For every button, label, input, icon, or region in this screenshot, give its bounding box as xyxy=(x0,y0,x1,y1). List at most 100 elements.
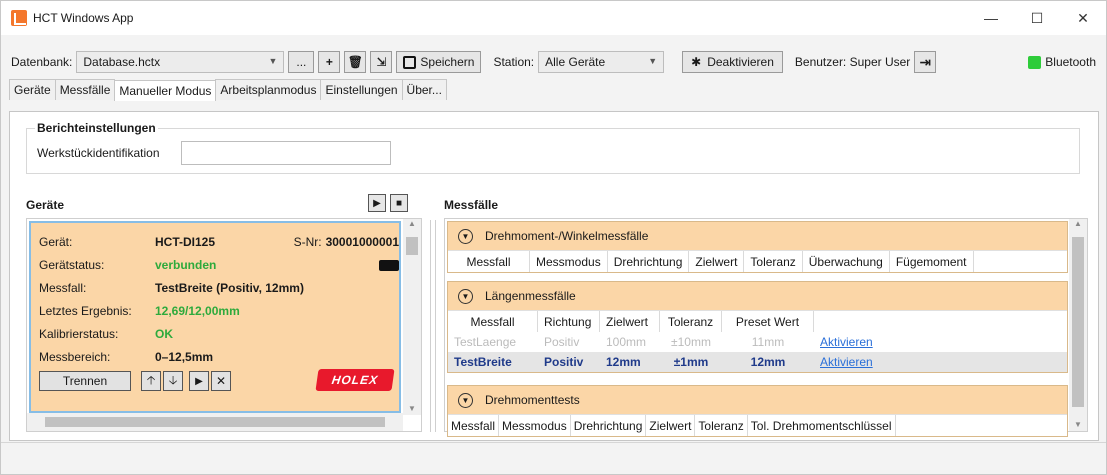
scrollbar-thumb[interactable] xyxy=(1072,237,1084,407)
tab-workplan-mode[interactable]: Arbeitsplanmodus xyxy=(215,79,322,100)
scrollbar-thumb[interactable] xyxy=(45,417,385,427)
close-button[interactable]: ✕ xyxy=(1060,1,1106,35)
case-preset: 12mm xyxy=(750,355,786,369)
column-header[interactable]: Zielwert xyxy=(689,251,745,272)
save-icon xyxy=(403,55,417,69)
browse-button[interactable]: ... xyxy=(288,51,315,73)
column-header[interactable]: Zielwert xyxy=(600,311,660,332)
last-result-row: Letztes Ergebnis: 12,69/12,00mm xyxy=(39,304,399,320)
bluetooth-indicator-icon xyxy=(1028,55,1042,69)
user-label: Benutzer: Super User xyxy=(794,55,911,69)
activate-link[interactable]: Aktivieren xyxy=(814,355,879,369)
table-row[interactable]: TestBreite Positiv 12mm ±1mm 12mm Aktivi… xyxy=(448,352,1067,372)
case-label: Messfall: xyxy=(39,281,87,295)
tab-about[interactable]: Über... xyxy=(401,79,447,100)
logout-icon[interactable]: ⇥ xyxy=(914,51,937,73)
stop-all-button[interactable]: ■ xyxy=(390,194,408,212)
status-value: verbunden xyxy=(155,258,217,272)
save-button[interactable]: Speichern xyxy=(396,51,482,73)
calibration-row: Kalibrierstatus: OK xyxy=(39,327,399,343)
column-header[interactable]: Zielwert xyxy=(646,415,696,436)
device-row: Gerät: HCT-DI125 S-Nr: 30001000001 xyxy=(39,235,399,251)
save-label: Speichern xyxy=(420,55,475,69)
column-header[interactable]: Tol. Drehmomentschlüssel xyxy=(748,415,896,436)
column-header[interactable]: Fügemoment xyxy=(890,251,974,272)
tab-settings[interactable]: Einstellungen xyxy=(320,79,403,100)
devices-list: Gerät: HCT-DI125 S-Nr: 30001000001 Gerät… xyxy=(26,218,422,432)
cases-vertical-scrollbar[interactable]: ▲ ▼ xyxy=(1069,219,1087,431)
database-label: Datenbank: xyxy=(11,55,73,69)
scroll-up-icon[interactable]: ▲ xyxy=(1069,219,1087,228)
bluetooth-label: Bluetooth xyxy=(1045,55,1096,69)
column-header[interactable]: Drehrichtung xyxy=(571,415,647,436)
report-settings-group: Berichteinstellungen Werkstückidentifika… xyxy=(26,121,1080,174)
tab-cases[interactable]: Messfälle xyxy=(54,79,116,100)
tab-devices[interactable]: Geräte xyxy=(9,79,56,100)
minimize-button[interactable]: — xyxy=(968,1,1014,35)
import-icon[interactable]: ⇲ xyxy=(370,51,393,73)
collapse-icon[interactable]: ▼ xyxy=(458,228,473,244)
remove-icon[interactable]: ✕ xyxy=(211,371,231,391)
panel-splitter[interactable] xyxy=(430,220,436,432)
tab-bar: Geräte Messfälle Manueller Modus Arbeits… xyxy=(1,79,1106,101)
length-cases-header[interactable]: ▼ Längenmessfälle xyxy=(448,282,1067,310)
column-header[interactable]: Toleranz xyxy=(744,251,803,272)
collapse-icon[interactable]: ▼ xyxy=(458,392,473,408)
column-header[interactable]: Messfall xyxy=(448,251,530,272)
status-label: Gerätstatus: xyxy=(39,258,105,272)
collapse-icon[interactable]: ▼ xyxy=(458,288,473,304)
serial-value: 30001000001 xyxy=(325,235,399,249)
start-all-button[interactable]: ▶ xyxy=(368,194,386,212)
workpiece-id-input[interactable] xyxy=(181,141,391,165)
move-down-icon[interactable]: 🡣 xyxy=(163,371,183,391)
report-settings-title: Berichteinstellungen xyxy=(35,121,158,135)
delete-icon[interactable]: 🗑 xyxy=(344,51,367,73)
torque-columns: Messfall Messmodus Drehrichtung Zielwert… xyxy=(448,250,1067,272)
column-header[interactable]: Überwachung xyxy=(803,251,890,272)
serial-label: S-Nr: xyxy=(293,235,322,249)
activate-link[interactable]: Aktivieren xyxy=(814,335,879,349)
database-select[interactable]: Database.hctx ▼ xyxy=(76,51,285,73)
status-row: Gerätstatus: verbunden xyxy=(39,258,399,274)
torque-tests-header[interactable]: ▼ Drehmomenttests xyxy=(448,386,1067,414)
scrollbar-thumb[interactable] xyxy=(406,237,418,255)
column-header[interactable]: Messmodus xyxy=(530,251,608,272)
maximize-button[interactable]: ☐ xyxy=(1014,1,1060,35)
calibration-label: Kalibrierstatus: xyxy=(39,327,119,341)
bluetooth-icon: ✱ xyxy=(691,55,702,69)
scroll-down-icon[interactable]: ▼ xyxy=(403,404,421,413)
disconnect-button[interactable]: Trennen xyxy=(39,371,131,391)
move-up-icon[interactable]: 🡡 xyxy=(141,371,161,391)
column-header[interactable]: Toleranz xyxy=(695,415,748,436)
scroll-up-icon[interactable]: ▲ xyxy=(403,219,421,228)
length-columns: Messfall Richtung Zielwert Toleranz Pres… xyxy=(448,310,1067,332)
status-bar xyxy=(1,442,1106,474)
tab-manual-mode[interactable]: Manueller Modus xyxy=(114,80,217,101)
app-window: HCT Windows App — ☐ ✕ Datenbank: Databas… xyxy=(0,0,1107,475)
column-header[interactable]: Messfall xyxy=(448,311,538,332)
device-card[interactable]: Gerät: HCT-DI125 S-Nr: 30001000001 Gerät… xyxy=(29,221,401,413)
play-icon[interactable]: ▶ xyxy=(189,371,209,391)
cases-title: Messfälle xyxy=(444,198,499,212)
station-select[interactable]: Alle Geräte ▼ xyxy=(538,51,665,73)
case-direction: Positiv xyxy=(544,355,584,369)
column-header[interactable]: Toleranz xyxy=(660,311,722,332)
station-label: Station: xyxy=(493,55,535,69)
scroll-down-icon[interactable]: ▼ xyxy=(1069,420,1087,429)
range-value: 0–12,5mm xyxy=(155,350,214,364)
column-header[interactable]: Richtung xyxy=(538,311,600,332)
holex-logo: HOLEX xyxy=(315,369,395,391)
last-result-label: Letztes Ergebnis: xyxy=(39,304,132,318)
torque-cases-header[interactable]: ▼ Drehmoment-/Winkelmessfälle xyxy=(448,222,1067,250)
devices-vertical-scrollbar[interactable]: ▲ ▼ xyxy=(403,219,421,415)
add-button[interactable]: + xyxy=(318,51,341,73)
table-row[interactable]: TestLaenge Positiv 100mm ±10mm 11mm Akti… xyxy=(448,332,1067,352)
column-header[interactable]: Drehrichtung xyxy=(608,251,690,272)
battery-icon xyxy=(379,260,399,271)
column-header[interactable]: Preset Wert xyxy=(722,311,814,332)
column-header[interactable]: Messfall xyxy=(448,415,500,436)
manual-mode-panel: Berichteinstellungen Werkstückidentifika… xyxy=(9,111,1099,441)
deactivate-button[interactable]: ✱ Deaktivieren xyxy=(682,51,783,73)
devices-horizontal-scrollbar[interactable] xyxy=(27,413,403,431)
column-header[interactable]: Messmodus xyxy=(499,415,571,436)
